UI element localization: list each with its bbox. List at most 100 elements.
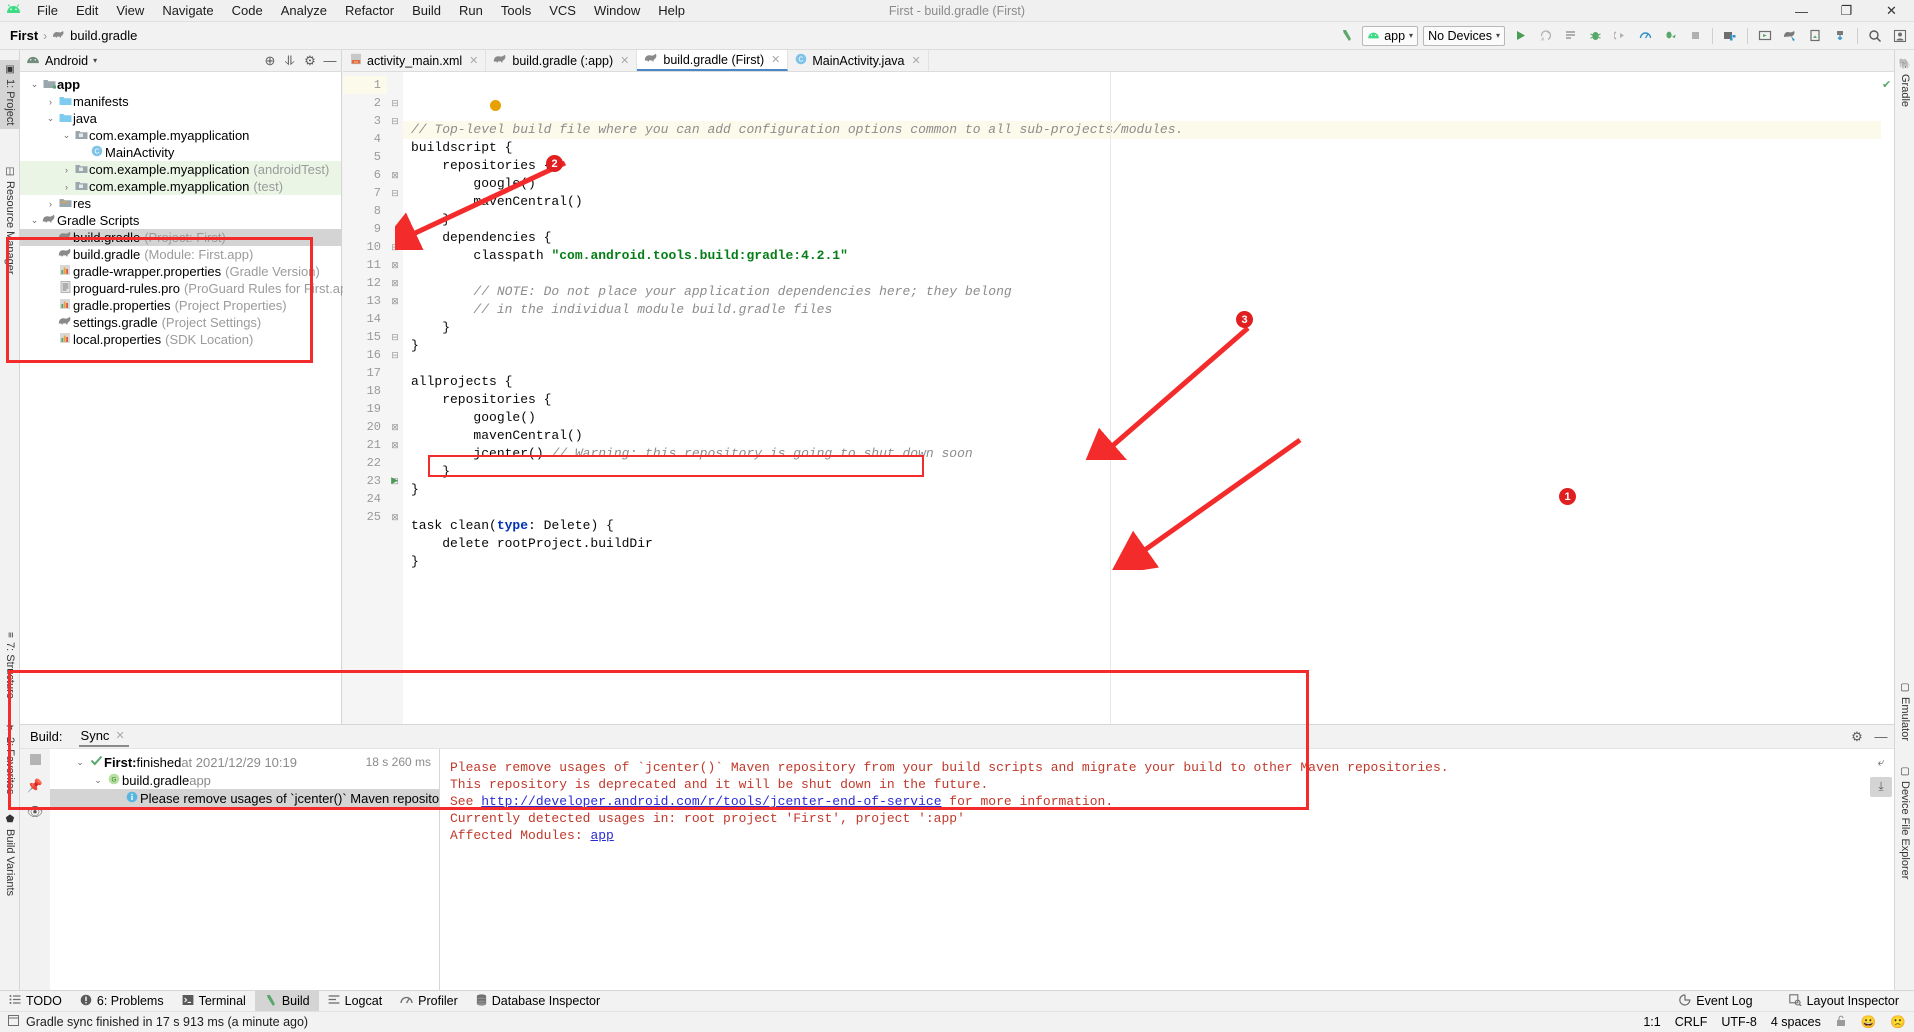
fold-marker[interactable]: ⊟: [387, 94, 403, 112]
project-tree-item[interactable]: › manifests: [20, 93, 341, 110]
console-link[interactable]: app: [590, 828, 613, 843]
project-tree-item[interactable]: C MainActivity: [20, 144, 341, 161]
gear-icon[interactable]: ⚙: [301, 52, 319, 70]
menu-item-build[interactable]: Build: [403, 1, 450, 20]
code-line[interactable]: [403, 499, 1881, 517]
close-icon[interactable]: ✕: [620, 54, 629, 67]
code-line[interactable]: }: [403, 463, 1881, 481]
fold-marker[interactable]: ⊠: [387, 256, 403, 274]
line-number[interactable]: 7: [343, 184, 387, 202]
eye-icon[interactable]: 👁: [27, 804, 44, 820]
menu-item-code[interactable]: Code: [223, 1, 272, 20]
sidebar-item-project[interactable]: ▣ 1: Project: [0, 60, 20, 130]
code-line[interactable]: // Top-level build file where you can ad…: [403, 121, 1881, 139]
line-number[interactable]: 13: [343, 292, 387, 310]
profiler-icon[interactable]: [1633, 25, 1657, 47]
sad-face-icon[interactable]: 🙁: [1890, 1015, 1906, 1030]
line-number[interactable]: 23 ▶: [343, 472, 398, 490]
bottom-tool-button[interactable]: TODO: [0, 991, 71, 1012]
code-line[interactable]: repositories {: [403, 391, 1881, 409]
code-folding-column[interactable]: ⊟ ⊟ ⊠ ⊟ ⊟ ⊠ ⊠ ⊠ ⊟ ⊟ ⊠ ⊠ ⊟ ⊠: [387, 72, 403, 724]
code-line[interactable]: // NOTE: Do not place your application d…: [403, 283, 1881, 301]
bottom-bar-right-group[interactable]: Event Log Layout Inspector: [1670, 991, 1908, 1012]
chevron-down-icon[interactable]: ⌄: [90, 775, 106, 786]
bottom-tool-button[interactable]: Build: [254, 990, 319, 1012]
breadcrumb[interactable]: First › build.gradle: [10, 28, 137, 43]
chevron-down-icon[interactable]: ⌄: [44, 113, 57, 124]
project-tree-item[interactable]: ⌄ Gradle Scripts: [20, 212, 341, 229]
fold-marker[interactable]: ⊠: [387, 166, 403, 184]
right-toolbar[interactable]: app ▾ No Devices ▾ A: [1335, 25, 1912, 47]
build-event-tree[interactable]: ⌄ First: finished at 2021/12/29 10:19 18 s…: [50, 749, 440, 990]
apply-changes-icon[interactable]: [1558, 25, 1582, 47]
project-tree-item[interactable]: ⌄ java: [20, 110, 341, 127]
project-tree-item[interactable]: gradle.properties (Project Properties): [20, 297, 341, 314]
code-line[interactable]: }: [403, 211, 1881, 229]
scroll-to-end-icon[interactable]: ⤓: [1870, 777, 1892, 797]
editor-tab[interactable]: C MainActivity.java ✕: [788, 50, 929, 71]
bottom-tool-button[interactable]: Layout Inspector: [1780, 991, 1908, 1012]
menu-item-navigate[interactable]: Navigate: [153, 1, 222, 20]
line-number[interactable]: 9: [343, 220, 387, 238]
maximize-icon[interactable]: ❐: [1824, 0, 1869, 22]
line-number[interactable]: 11: [343, 256, 387, 274]
chevron-right-icon[interactable]: ›: [60, 165, 73, 175]
code-line[interactable]: dependencies {: [403, 229, 1881, 247]
project-tree-item[interactable]: › res: [20, 195, 341, 212]
menu-item-view[interactable]: View: [107, 1, 153, 20]
build-panel-side-actions[interactable]: 📌 👁: [20, 749, 50, 990]
chevron-down-icon[interactable]: ⌄: [72, 757, 88, 768]
console-actions[interactable]: ⤶ ⤓: [1870, 753, 1892, 797]
line-number[interactable]: 12: [343, 274, 387, 292]
line-number[interactable]: 15: [343, 328, 387, 346]
menu-item-tools[interactable]: Tools: [492, 1, 540, 20]
project-tree[interactable]: ⌄ app › manifests ⌄ java ⌄ com.example.myapplic…: [20, 72, 359, 348]
code-line[interactable]: google(): [403, 409, 1881, 427]
build-hammer-icon[interactable]: [1335, 25, 1359, 47]
editor-tab-strip[interactable]: <> activity_main.xml ✕ build.gradle (:app) ✕…: [343, 50, 1894, 72]
project-tree-item[interactable]: settings.gradle (Project Settings): [20, 314, 341, 331]
rerun-icon[interactable]: A: [1533, 25, 1557, 47]
project-tree-item[interactable]: ⌄ com.example.myapplication: [20, 127, 341, 144]
sidebar-item-gradle[interactable]: 🐘 Gradle: [1895, 54, 1914, 111]
line-number[interactable]: 25: [343, 508, 387, 526]
project-tree-item[interactable]: build.gradle (Module: First.app): [20, 246, 341, 263]
code-line[interactable]: }: [403, 553, 1881, 571]
hide-icon[interactable]: —: [1872, 729, 1890, 745]
line-number[interactable]: 3: [343, 112, 387, 130]
code-line[interactable]: jcenter() // Warning: this repository is…: [403, 445, 1881, 463]
sdk-manager-icon[interactable]: [1718, 25, 1742, 47]
line-number[interactable]: 10: [343, 238, 387, 256]
code-line[interactable]: [403, 265, 1881, 283]
stop-icon[interactable]: [29, 753, 41, 768]
build-panel-header-actions[interactable]: ⚙ —: [1848, 729, 1890, 745]
left-tool-rail[interactable]: ▣ 1: Project ◫ Resource Manager ≡ 7: Str…: [0, 50, 20, 990]
close-icon[interactable]: ✕: [115, 729, 124, 742]
code-line[interactable]: delete rootProject.buildDir: [403, 535, 1881, 553]
line-number[interactable]: 24: [343, 490, 387, 508]
menu-item-help[interactable]: Help: [649, 1, 694, 20]
chevron-right-icon[interactable]: ›: [44, 199, 57, 209]
layout-inspector-icon[interactable]: [1778, 25, 1802, 47]
fold-marker[interactable]: ⊟: [387, 112, 403, 130]
run-gutter-icon[interactable]: ▶: [391, 472, 398, 490]
code-line[interactable]: }: [403, 337, 1881, 355]
editor-tab[interactable]: build.gradle (:app) ✕: [486, 50, 638, 71]
line-number[interactable]: 22: [343, 454, 387, 472]
fold-marker[interactable]: ⊠: [387, 436, 403, 454]
breadcrumb-project[interactable]: First: [10, 28, 38, 43]
gear-icon[interactable]: ⚙: [1848, 729, 1866, 745]
menu-item-refactor[interactable]: Refactor: [336, 1, 403, 20]
line-number[interactable]: 6: [343, 166, 387, 184]
project-tree-item[interactable]: proguard-rules.pro (ProGuard Rules for Fi…: [20, 280, 359, 297]
chevron-down-icon[interactable]: ⌄: [28, 215, 41, 226]
close-icon[interactable]: ✕: [771, 53, 780, 66]
line-number[interactable]: 17: [343, 364, 387, 382]
chevron-right-icon[interactable]: ›: [44, 97, 57, 107]
right-tool-rail[interactable]: 🐘 Gradle ▢ Emulator ▢ Device File Explor…: [1894, 50, 1914, 990]
code-content[interactable]: // Top-level build file where you can ad…: [403, 72, 1881, 724]
device-manager-icon[interactable]: [1803, 25, 1827, 47]
menu-item-vcs[interactable]: VCS: [540, 1, 585, 20]
code-line[interactable]: }: [403, 319, 1881, 337]
build-tab-sync[interactable]: Sync ✕: [78, 726, 129, 747]
